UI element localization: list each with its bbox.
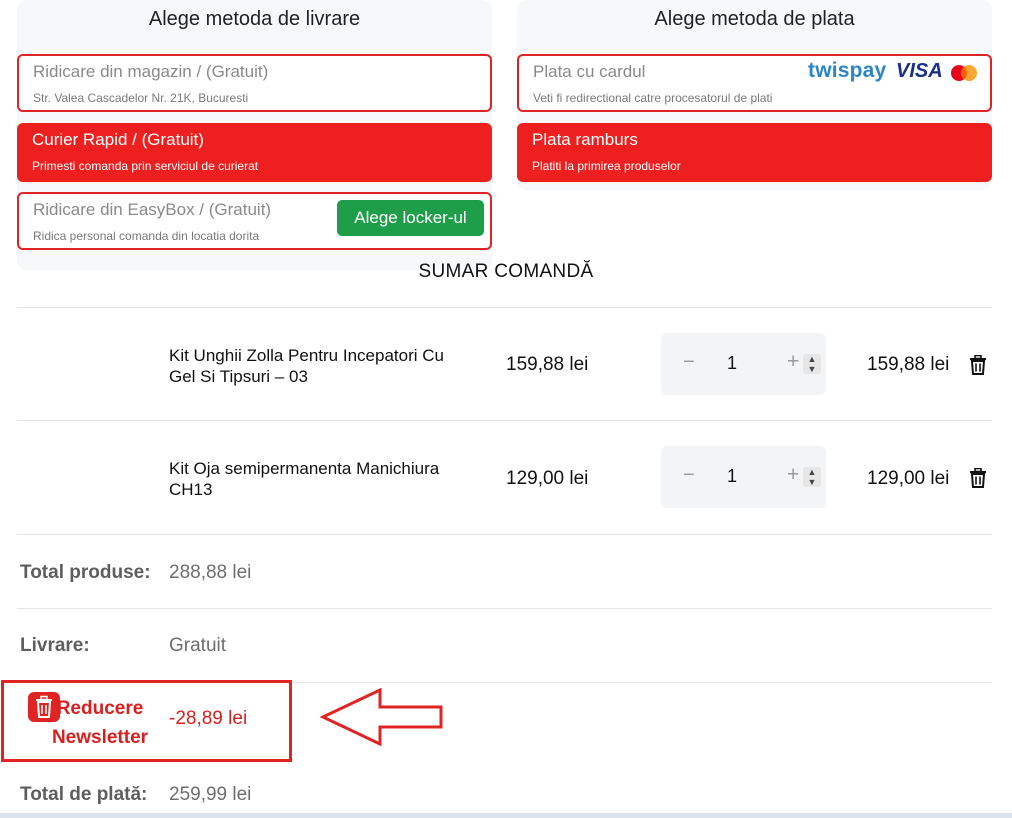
increase-qty-button[interactable]: +	[787, 463, 799, 487]
delivery-option-label: Ridicare din EasyBox / (Gratuit)	[33, 200, 272, 219]
quantity-stepper: − 1 + ▲ ▼	[661, 446, 826, 508]
product-price: 159,88 lei	[506, 354, 589, 375]
payment-option-sub: Platiti la primirea produselor	[532, 159, 681, 173]
delivery-option-label: Curier Rapid / (Gratuit)	[32, 130, 204, 149]
delivery-option-store-pickup[interactable]: Ridicare din magazin / (Gratuit) Str. Va…	[17, 54, 492, 112]
twispay-logo: twispay	[808, 59, 887, 82]
total-products-label: Total produse:	[20, 562, 151, 583]
mastercard-icon	[951, 65, 977, 81]
spin-arrows-icon[interactable]: ▲ ▼	[803, 467, 821, 487]
decrease-qty-button[interactable]: −	[683, 351, 695, 374]
product-total: 159,88 lei	[867, 354, 950, 375]
payment-title: Alege metoda de plata	[654, 8, 855, 30]
divider	[17, 307, 992, 308]
summary-title: SUMAR COMANDĂ	[418, 261, 594, 282]
payment-option-label: Plata ramburs	[532, 130, 638, 149]
product-price: 129,00 lei	[506, 468, 589, 489]
delivery-label: Livrare:	[20, 635, 90, 656]
delivery-option-sub: Ridica personal comanda din locatia dori…	[33, 229, 260, 243]
quantity-input[interactable]: 1	[727, 466, 737, 487]
trash-icon[interactable]	[969, 355, 987, 375]
product-name[interactable]: Kit Unghii Zolla Pentru Incepatori Cu Ge…	[169, 345, 469, 387]
delivery-option-easybox[interactable]: Ridicare din EasyBox / (Gratuit) Ridica …	[17, 192, 492, 250]
product-name[interactable]: Kit Oja semipermanenta Manichiura CH13	[169, 458, 469, 500]
delivery-option-sub: Str. Valea Cascadelor Nr. 21K, Bucuresti	[33, 91, 249, 105]
delivery-option-courier[interactable]: Curier Rapid / (Gratuit) Primesti comand…	[17, 123, 492, 182]
total-pay-label: Total de plată:	[20, 784, 148, 805]
divider	[17, 534, 992, 535]
page-bottom-border	[0, 813, 1012, 818]
visa-logo: VISA	[896, 60, 943, 82]
payment-option-sub: Veti fi redirectional catre procesatorul…	[533, 91, 773, 105]
trash-icon[interactable]	[969, 468, 987, 488]
payment-option-label: Plata cu cardul	[533, 62, 646, 81]
quantity-input[interactable]: 1	[727, 353, 737, 374]
delivery-option-label: Ridicare din magazin / (Gratuit)	[33, 62, 269, 81]
payment-option-card[interactable]: Plata cu cardul Veti fi redirectional ca…	[517, 54, 992, 112]
increase-qty-button[interactable]: +	[787, 350, 799, 374]
delivery-value: Gratuit	[169, 635, 227, 656]
payment-option-cash[interactable]: Plata ramburs Platiti la primirea produs…	[517, 123, 992, 182]
choose-locker-button[interactable]: Alege locker-ul	[337, 200, 484, 236]
total-products-value: 288,88 lei	[169, 562, 252, 583]
divider	[17, 608, 992, 609]
discount-label: Reducere Newsletter	[51, 698, 149, 748]
decrease-qty-button[interactable]: −	[683, 464, 695, 487]
spin-arrows-icon[interactable]: ▲ ▼	[803, 354, 821, 374]
total-pay-value: 259,99 lei	[169, 784, 252, 805]
arrow-left-icon	[320, 688, 443, 746]
delivery-option-sub: Primesti comanda prin serviciul de curie…	[32, 159, 259, 173]
delivery-title: Alege metoda de livrare	[148, 8, 361, 30]
quantity-stepper: − 1 + ▲ ▼	[661, 333, 826, 395]
divider	[17, 420, 992, 421]
product-total: 129,00 lei	[867, 468, 950, 489]
discount-value: -28,89 lei	[169, 708, 248, 729]
